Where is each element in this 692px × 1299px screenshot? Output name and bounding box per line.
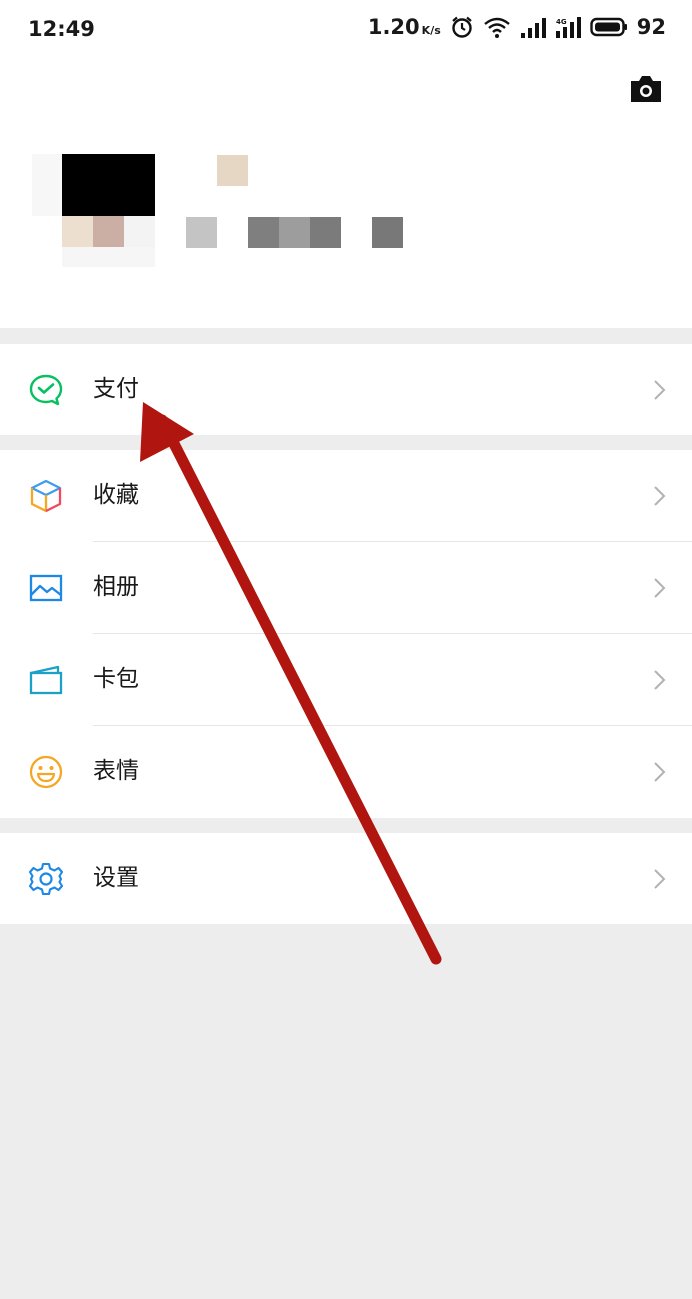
pay-section: 支付 — [0, 344, 692, 435]
nickname-redacted — [217, 155, 248, 186]
menu-label-pay: 支付 — [93, 376, 139, 402]
menu-item-favorites[interactable]: 收藏 — [0, 450, 692, 542]
album-icon — [29, 574, 63, 602]
card-wallet-icon — [29, 665, 63, 695]
menu-label-stickers: 表情 — [93, 758, 139, 784]
wechat-id-redacted — [186, 217, 406, 248]
wechat-pay-icon — [29, 374, 63, 406]
menu-label-cards: 卡包 — [93, 666, 139, 692]
network-speed-unit: K/s — [421, 24, 441, 37]
signal-4g-icon: 4G — [555, 17, 581, 38]
chevron-right-icon — [654, 486, 666, 506]
sticker-smile-icon — [29, 755, 63, 789]
status-time: 12:49 — [28, 17, 95, 41]
menu-label-album: 相册 — [93, 574, 139, 600]
menu-item-album[interactable]: 相册 — [0, 542, 692, 634]
features-section: 收藏 相册 卡包 表情 — [0, 450, 692, 818]
menu-item-settings[interactable]: 设置 — [0, 833, 692, 925]
chevron-right-icon — [654, 762, 666, 782]
avatar[interactable] — [30, 154, 155, 279]
alarm-icon — [452, 16, 472, 38]
wifi-icon — [483, 17, 510, 38]
menu-label-favorites: 收藏 — [93, 482, 139, 508]
battery-level: 92 — [636, 15, 666, 39]
profile-header[interactable] — [0, 62, 692, 328]
chevron-right-icon — [654, 869, 666, 889]
favorites-cube-icon — [30, 479, 62, 513]
signal-icon — [520, 18, 546, 38]
chevron-right-icon — [654, 578, 666, 598]
settings-section: 设置 — [0, 833, 692, 924]
svg-text:4G: 4G — [556, 18, 567, 26]
menu-item-pay[interactable]: 支付 — [0, 344, 692, 436]
network-speed-value: 1.20 — [367, 15, 420, 39]
chevron-right-icon — [654, 380, 666, 400]
menu-item-stickers[interactable]: 表情 — [0, 726, 692, 818]
status-bar: 12:49 1.20 K/s 4G 92 — [0, 0, 692, 62]
chevron-right-icon — [654, 670, 666, 690]
status-indicators: 1.20 K/s 4G 92 — [368, 15, 666, 39]
menu-item-cards[interactable]: 卡包 — [0, 634, 692, 726]
camera-icon[interactable] — [628, 74, 664, 104]
battery-icon — [590, 17, 627, 37]
menu-label-settings: 设置 — [93, 865, 139, 891]
network-speed: 1.20 K/s — [368, 15, 441, 39]
settings-gear-icon — [28, 862, 64, 896]
